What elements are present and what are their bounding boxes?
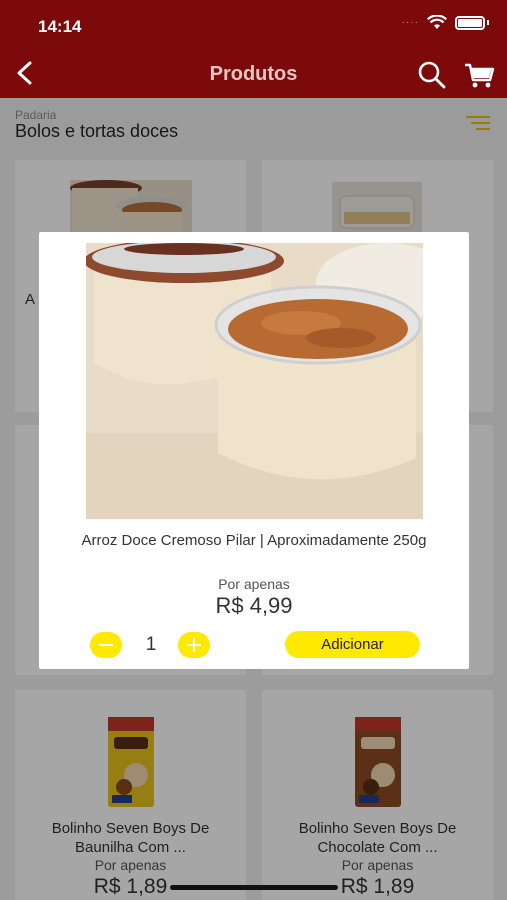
decrease-quantity-button[interactable] [90,632,122,658]
app-header: 14:14 ···· Produtos [0,0,507,98]
status-time: 14:14 [38,17,82,36]
product-price: R$ 4,99 [215,593,293,618]
price-label: Por apenas [218,576,290,592]
product-image [86,243,423,519]
status-icons: ···· [402,15,489,30]
signal-icon: ···· [401,17,419,28]
product-name: Arroz Doce Cremoso Pilar | Aproximadamen… [81,532,427,549]
wifi-icon [427,15,447,29]
quantity-value: 1 [145,634,157,655]
cart-icon[interactable] [463,60,495,92]
home-indicator[interactable] [170,885,338,890]
battery-icon [455,15,485,30]
search-icon[interactable] [416,59,448,91]
battery-tip [487,20,489,25]
product-detail-modal: Arroz Doce Cremoso Pilar | Aproximadamen… [39,232,469,669]
add-to-cart-button[interactable]: Adicionar [285,631,420,658]
increase-quantity-button[interactable] [178,632,210,658]
